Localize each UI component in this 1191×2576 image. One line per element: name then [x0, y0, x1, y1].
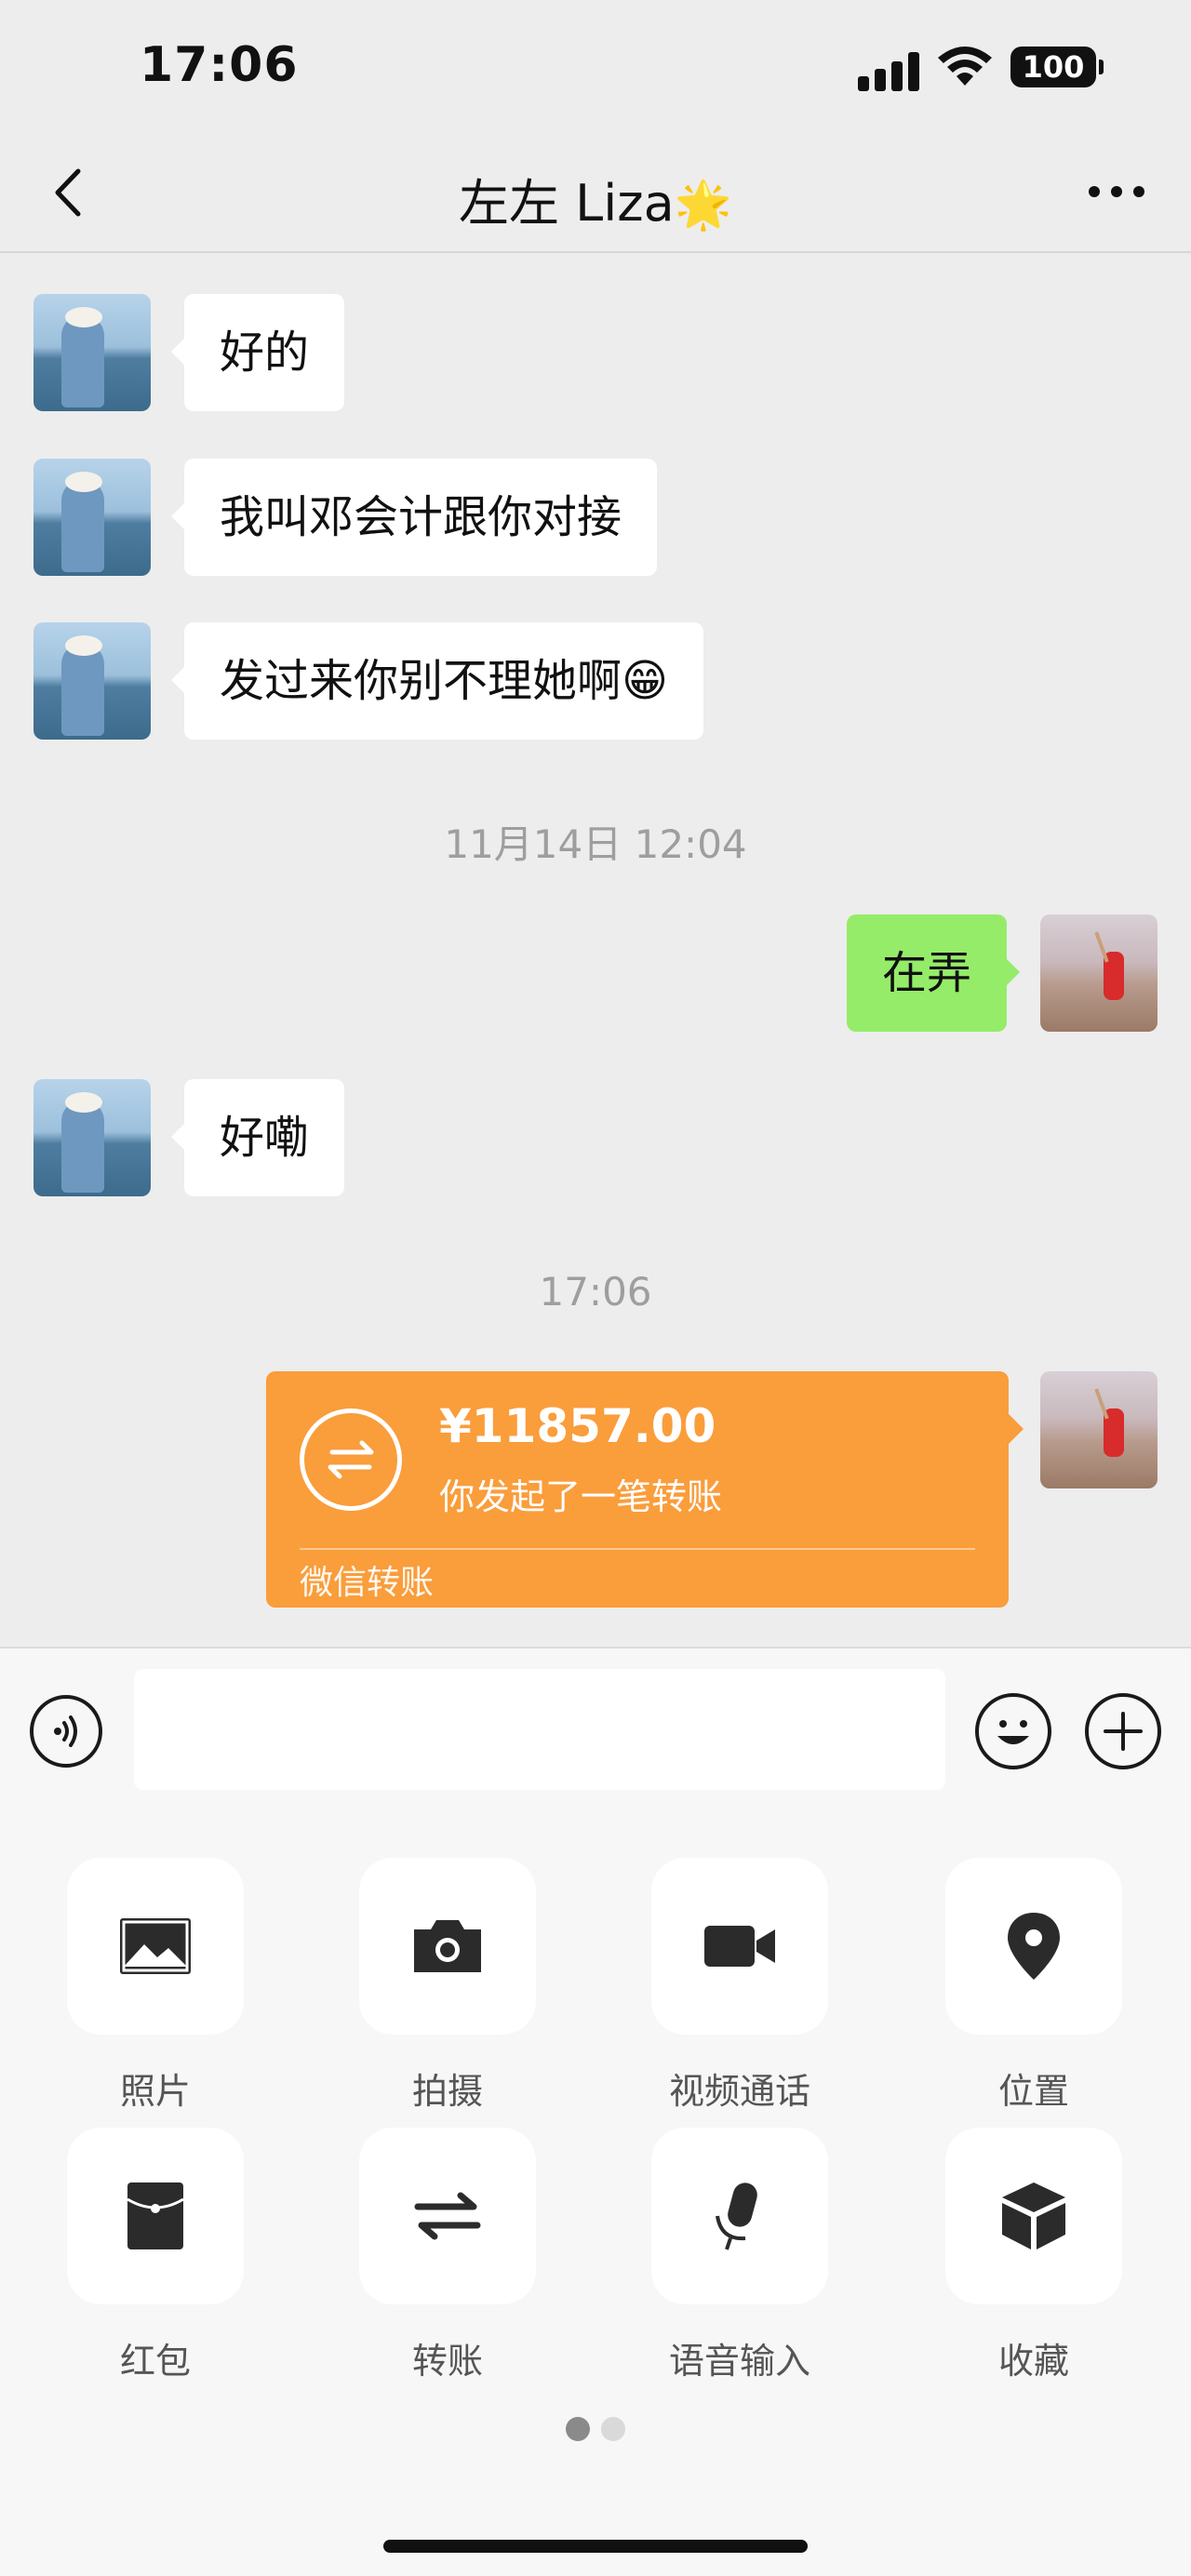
contact-avatar[interactable]	[33, 1079, 151, 1196]
tool-favorites[interactable]: 收藏	[945, 2128, 1122, 2383]
my-avatar[interactable]	[1040, 914, 1158, 1032]
contact-avatar[interactable]	[33, 294, 151, 411]
tool-label: 视频通话	[668, 2071, 810, 2112]
red-packet-icon	[67, 2128, 244, 2304]
transfer-arrows-icon	[359, 2128, 536, 2304]
status-time: 17:06	[140, 37, 299, 93]
tool-label: 转账	[411, 2341, 483, 2382]
tool-transfer[interactable]: 转账	[359, 2128, 536, 2383]
incoming-message[interactable]: 我叫邓会计跟你对接	[170, 459, 658, 576]
more-icon[interactable]	[1079, 158, 1154, 223]
tool-label: 拍摄	[411, 2071, 483, 2112]
page-indicator	[0, 2417, 1191, 2445]
chat-title: 左左 Liza🌟	[0, 162, 1191, 235]
transfer-amount: ¥11857.00	[439, 1399, 716, 1453]
tool-label: 收藏	[997, 2341, 1069, 2382]
tool-label: 位置	[997, 2071, 1069, 2112]
page-dot-active[interactable]	[566, 2417, 590, 2441]
page-dot[interactable]	[601, 2417, 625, 2441]
transfer-divider	[300, 1548, 975, 1550]
tool-voice-input[interactable]: 语音输入	[651, 2128, 828, 2383]
tool-photo[interactable]: 照片	[67, 1858, 244, 2114]
cube-icon	[945, 2128, 1122, 2304]
tool-label: 红包	[119, 2341, 191, 2382]
transfer-icon	[300, 1408, 402, 1511]
tool-red-packet[interactable]: 红包	[67, 2128, 244, 2383]
tool-video-call[interactable]: 视频通话	[651, 1858, 828, 2114]
incoming-message[interactable]: 好的	[170, 294, 345, 411]
image-icon	[67, 1858, 244, 2035]
camera-icon	[359, 1858, 536, 2035]
status-bar: 17:06 100	[0, 0, 1191, 140]
transfer-description: 你发起了一笔转账	[439, 1476, 723, 1517]
transfer-footer: 微信转账	[300, 1564, 435, 1602]
emoji-icon[interactable]	[975, 1693, 1051, 1769]
input-bar	[0, 1647, 1191, 1818]
chat-header: 左左 Liza🌟	[0, 140, 1191, 253]
contact-avatar[interactable]	[33, 622, 151, 740]
home-indicator[interactable]	[383, 2540, 808, 2553]
microphone-icon	[651, 2128, 828, 2304]
star-emoji: 🌟	[674, 178, 732, 232]
incoming-message[interactable]: 好嘞	[170, 1079, 345, 1196]
tool-label: 语音输入	[668, 2341, 810, 2382]
plus-icon[interactable]	[1085, 1693, 1161, 1769]
outgoing-message[interactable]: 在弄	[846, 914, 1021, 1032]
incoming-message[interactable]: 发过来你别不理她啊😁	[170, 622, 704, 740]
location-pin-icon	[945, 1858, 1122, 2035]
my-avatar[interactable]	[1040, 1371, 1158, 1488]
tool-camera[interactable]: 拍摄	[359, 1858, 536, 2114]
message-timestamp: 17:06	[539, 1269, 652, 1315]
message-timestamp: 11月14日 12:04	[444, 821, 747, 867]
battery-icon: 100	[1010, 47, 1104, 87]
tool-label: 照片	[119, 2071, 191, 2112]
cellular-signal-icon	[858, 52, 923, 91]
transfer-card[interactable]: ¥11857.00 你发起了一笔转账 微信转账	[266, 1371, 1024, 1608]
video-camera-icon	[651, 1858, 828, 2035]
contact-avatar[interactable]	[33, 459, 151, 576]
voice-icon[interactable]	[30, 1695, 102, 1768]
contact-name: 左左 Liza	[459, 174, 675, 233]
wifi-icon	[938, 47, 992, 86]
message-input[interactable]	[134, 1669, 945, 1790]
tool-location[interactable]: 位置	[945, 1858, 1122, 2114]
